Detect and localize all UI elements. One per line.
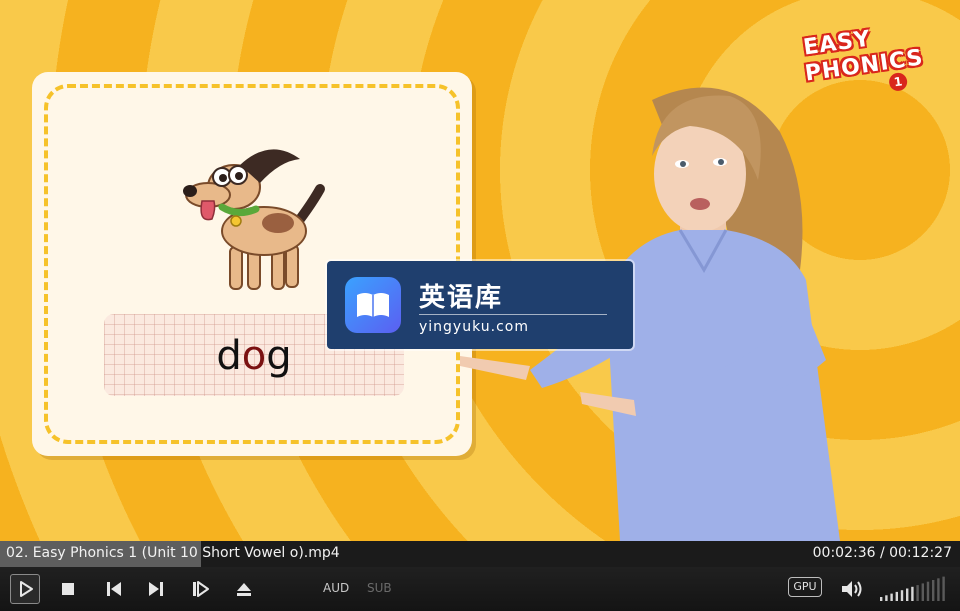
volume-bar: [880, 597, 883, 601]
word-vowel-letter: o: [241, 333, 267, 379]
volume-bar: [937, 578, 940, 601]
dog-illustration: [183, 149, 325, 290]
logo-level-badge: 1: [887, 71, 909, 93]
volume-bar: [926, 581, 930, 601]
frame-step-button[interactable]: [190, 580, 210, 598]
stop-button[interactable]: [58, 580, 78, 598]
frame-step-icon: [193, 581, 209, 597]
player-controls: AUD SUB GPU: [0, 567, 960, 611]
watermark-banner: 英语库 yingyuku.com: [327, 261, 633, 349]
file-name-label: 02. Easy Phonics 1 (Unit 10 Short Vowel …: [6, 545, 340, 561]
volume-bar: [932, 580, 935, 601]
audio-track-button[interactable]: AUD: [323, 581, 349, 595]
skip-forward-icon: [149, 582, 163, 596]
seek-bar[interactable]: 02. Easy Phonics 1 (Unit 10 Short Vowel …: [0, 541, 960, 567]
gpu-button[interactable]: GPU: [788, 577, 822, 597]
word-end-letter: g: [266, 333, 292, 379]
volume-bar: [911, 586, 914, 601]
volume-bar: [900, 590, 904, 601]
play-button[interactable]: [10, 574, 40, 604]
eject-icon: [237, 583, 251, 596]
volume-bar: [885, 595, 888, 601]
time-readout: 00:02:36 / 00:12:27: [812, 545, 952, 561]
word-start-letter: d: [216, 333, 242, 379]
volume-bar: [916, 585, 919, 601]
volume-bar: [921, 583, 924, 601]
speaker-icon: [842, 581, 862, 597]
video-frame[interactable]: dog EASY PHONICS 1 英语库 yingyuku.com: [0, 0, 960, 541]
stop-icon: [62, 583, 74, 595]
eject-button[interactable]: [234, 580, 254, 598]
book-icon: [345, 277, 401, 333]
previous-button[interactable]: [104, 580, 124, 598]
watermark-title: 英语库: [419, 283, 504, 313]
skip-back-icon: [107, 582, 121, 596]
volume-bar: [890, 593, 893, 601]
volume-bar: [906, 588, 909, 601]
volume-button[interactable]: [840, 578, 864, 600]
volume-slider[interactable]: [880, 575, 950, 603]
watermark-divider: [419, 314, 607, 315]
watermark-url: yingyuku.com: [419, 319, 529, 335]
volume-bar: [942, 576, 945, 601]
volume-bar: [895, 591, 898, 601]
subtitle-button[interactable]: SUB: [367, 581, 392, 595]
next-button[interactable]: [146, 580, 166, 598]
play-icon: [20, 581, 33, 597]
